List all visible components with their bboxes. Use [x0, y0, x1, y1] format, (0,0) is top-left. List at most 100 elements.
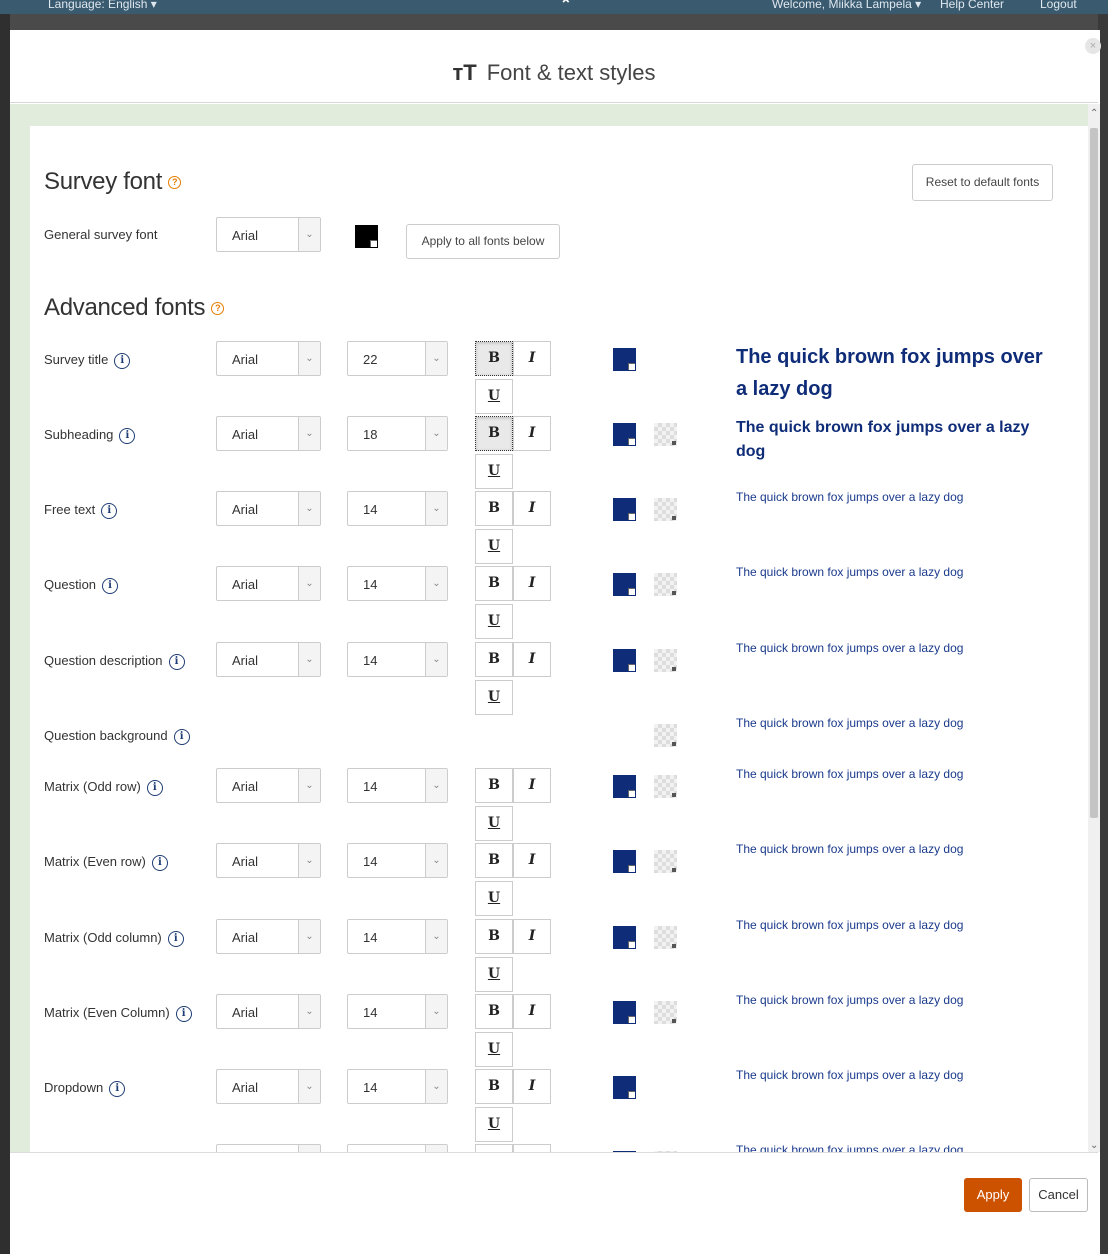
general-font-color-swatch[interactable] [355, 225, 378, 248]
text-color-swatch[interactable] [613, 573, 636, 596]
font-size-select[interactable]: 14 ⌄ [347, 919, 448, 954]
font-size-select[interactable]: 18 ⌄ [347, 416, 448, 451]
info-icon[interactable]: i [101, 502, 118, 519]
info-icon[interactable]: i [151, 854, 168, 871]
background-color-swatch[interactable] [654, 850, 677, 873]
apply-button[interactable]: Apply [964, 1178, 1022, 1212]
underline-button[interactable]: U [475, 680, 513, 715]
bold-button[interactable]: B [475, 491, 513, 526]
bold-button[interactable]: B [475, 416, 513, 451]
font-family-select[interactable]: Arial ⌄ [216, 768, 321, 803]
font-family-select[interactable]: Arial ⌄ [216, 994, 321, 1029]
italic-button[interactable]: I [513, 1069, 551, 1104]
info-icon[interactable]: i [146, 779, 163, 796]
scrollbar-thumb[interactable] [1090, 128, 1098, 818]
bold-button[interactable]: B [475, 566, 513, 601]
apply-all-fonts-button[interactable]: Apply to all fonts below [406, 224, 560, 259]
info-icon[interactable]: i [102, 577, 119, 594]
collapse-chevron-icon[interactable]: ⌃ [560, 0, 572, 13]
font-size-select[interactable]: 14 ⌄ [347, 843, 448, 878]
font-family-select[interactable]: Arial ⌄ [216, 1069, 321, 1104]
user-menu[interactable]: Welcome, Miikka Lampela ▾ [772, 0, 921, 11]
font-family-select[interactable]: Arial ⌄ [216, 416, 321, 451]
italic-button[interactable]: I [513, 768, 551, 803]
font-size-select[interactable]: 14 ⌄ [347, 491, 448, 526]
underline-button[interactable]: U [475, 529, 513, 564]
underline-button[interactable]: U [475, 379, 513, 414]
font-size-select[interactable]: 14 ⌄ [347, 994, 448, 1029]
info-icon[interactable]: i [119, 427, 136, 444]
text-color-swatch[interactable] [613, 1076, 636, 1099]
language-selector[interactable]: Language: English ▾ [48, 0, 157, 11]
text-color-swatch[interactable] [613, 775, 636, 798]
font-family-select[interactable]: Arial ⌄ [216, 341, 321, 376]
scroll-up-icon[interactable]: ⌃ [1090, 108, 1098, 119]
bold-button[interactable]: B [475, 994, 513, 1029]
text-color-swatch[interactable] [613, 649, 636, 672]
font-size-select[interactable]: 14 ⌄ [347, 642, 448, 677]
info-icon[interactable]: i [175, 1005, 192, 1022]
bold-button[interactable]: B [475, 919, 513, 954]
italic-button[interactable]: I [513, 566, 551, 601]
text-color-swatch[interactable] [613, 423, 636, 446]
font-family-select[interactable]: Arial ⌄ [216, 919, 321, 954]
bold-button[interactable]: B [475, 1069, 513, 1104]
font-size-select[interactable]: 14 ⌄ [347, 1069, 448, 1104]
background-color-swatch[interactable] [654, 498, 677, 521]
background-color-swatch[interactable] [654, 423, 677, 446]
info-icon[interactable]: i [114, 352, 131, 369]
info-icon[interactable]: i [168, 653, 185, 670]
background-color-swatch[interactable] [654, 775, 677, 798]
font-family-select[interactable]: Arial ⌄ [216, 843, 321, 878]
info-icon[interactable]: i [173, 728, 190, 745]
italic-button[interactable]: I [513, 919, 551, 954]
logout-link[interactable]: Logout [1040, 0, 1077, 11]
bold-button[interactable]: B [475, 768, 513, 803]
underline-button[interactable]: U [475, 806, 513, 841]
italic-button[interactable]: I [513, 341, 551, 376]
background-color-swatch[interactable] [654, 724, 677, 747]
italic-button[interactable]: I [513, 994, 551, 1029]
scroll-down-icon[interactable]: ⌄ [1090, 1140, 1098, 1151]
italic-button[interactable]: I [513, 491, 551, 526]
chevron-down-icon: ⌄ [425, 1070, 447, 1103]
font-size-select[interactable]: 14 ⌄ [347, 566, 448, 601]
italic-button[interactable]: I [513, 642, 551, 677]
background-color-swatch[interactable] [654, 1001, 677, 1024]
underline-button[interactable]: U [475, 604, 513, 639]
italic-button[interactable]: I [513, 843, 551, 878]
underline-button[interactable]: U [475, 1107, 513, 1142]
bold-button[interactable]: B [475, 843, 513, 878]
background-color-swatch[interactable] [654, 649, 677, 672]
close-icon[interactable]: × [1085, 38, 1101, 54]
background-color-swatch[interactable] [654, 573, 677, 596]
info-icon[interactable]: i [109, 1080, 126, 1097]
info-icon[interactable]: i [167, 930, 184, 947]
text-color-swatch[interactable] [613, 1001, 636, 1024]
font-family-select[interactable]: Arial ⌄ [216, 642, 321, 677]
italic-button[interactable]: I [513, 416, 551, 451]
underline-button[interactable]: U [475, 454, 513, 489]
font-family-select[interactable]: Arial ⌄ [216, 566, 321, 601]
text-color-swatch[interactable] [613, 926, 636, 949]
underline-button[interactable]: U [475, 957, 513, 992]
bold-button[interactable]: B [475, 642, 513, 677]
font-size-select[interactable]: 22 ⌄ [347, 341, 448, 376]
font-size-select[interactable]: 14 ⌄ [347, 768, 448, 803]
text-color-swatch[interactable] [613, 348, 636, 371]
cancel-button[interactable]: Cancel [1029, 1178, 1088, 1212]
font-family-value: Arial [232, 779, 259, 794]
text-color-swatch[interactable] [613, 498, 636, 521]
help-center-link[interactable]: Help Center [940, 0, 1004, 11]
general-font-select[interactable]: Arial ⌄ [216, 217, 321, 252]
background-color-swatch[interactable] [654, 926, 677, 949]
help-icon[interactable]: ? [211, 302, 225, 316]
help-icon[interactable]: ? [168, 176, 182, 190]
underline-button[interactable]: U [475, 881, 513, 916]
bold-button[interactable]: B [475, 341, 513, 376]
font-family-select[interactable]: Arial ⌄ [216, 491, 321, 526]
underline-button[interactable]: U [475, 1032, 513, 1067]
text-color-swatch[interactable] [613, 850, 636, 873]
reset-fonts-button[interactable]: Reset to default fonts [912, 164, 1053, 201]
chevron-down-icon: ⌄ [425, 342, 447, 375]
